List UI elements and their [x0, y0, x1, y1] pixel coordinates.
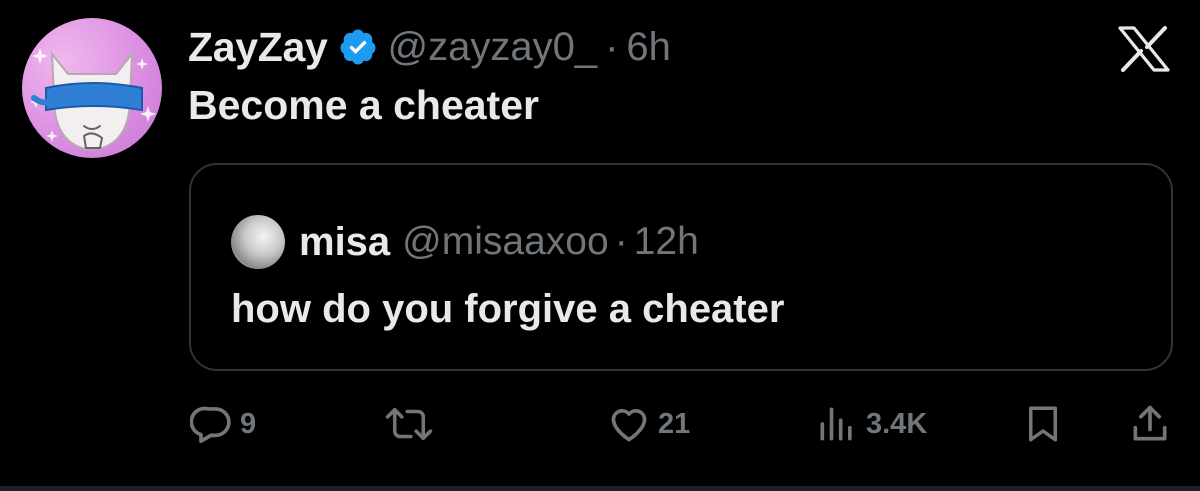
bookmark-button[interactable] — [1022, 396, 1064, 452]
repost-icon — [384, 402, 434, 446]
share-icon — [1128, 402, 1172, 446]
repost-button[interactable] — [384, 396, 434, 452]
divider — [0, 486, 1200, 491]
reply-count: 9 — [240, 407, 257, 440]
quoted-tweet[interactable]: misa @misaaxoo · 12h how do you forgive … — [189, 163, 1173, 371]
like-button[interactable]: 21 — [606, 396, 690, 452]
handle[interactable]: @zayzay0_ — [388, 25, 598, 70]
reply-button[interactable]: 9 — [190, 396, 256, 452]
x-logo-icon[interactable] — [1118, 26, 1170, 72]
verified-badge-icon — [338, 27, 378, 67]
avatar[interactable] — [22, 18, 162, 158]
heart-icon — [606, 402, 652, 446]
action-bar: 9 21 3.4K — [0, 396, 1200, 456]
display-name[interactable]: ZayZay — [188, 24, 328, 71]
quoted-separator-dot: · — [614, 220, 628, 263]
separator-dot: · — [605, 24, 619, 69]
tweet-header: ZayZay @zayzay0_ · 6h — [188, 22, 671, 72]
like-count: 21 — [658, 407, 691, 440]
tweet: ZayZay @zayzay0_ · 6h Become a cheater m… — [0, 0, 1200, 491]
quoted-tweet-header: misa @misaaxoo · 12h — [231, 215, 699, 269]
quoted-avatar[interactable] — [231, 215, 285, 269]
quoted-timestamp[interactable]: 12h — [634, 220, 699, 264]
views-chart-icon — [814, 402, 860, 446]
reply-icon — [190, 402, 234, 446]
timestamp[interactable]: 6h — [626, 25, 671, 70]
views-button[interactable]: 3.4K — [814, 396, 927, 452]
bookmark-icon — [1022, 402, 1064, 446]
tweet-text: Become a cheater — [188, 82, 539, 128]
quoted-display-name[interactable]: misa — [299, 220, 390, 265]
views-count: 3.4K — [866, 407, 928, 440]
quoted-handle[interactable]: @misaaxoo — [402, 220, 609, 264]
share-button[interactable] — [1128, 396, 1172, 452]
quoted-tweet-text: how do you forgive a cheater — [231, 287, 785, 331]
